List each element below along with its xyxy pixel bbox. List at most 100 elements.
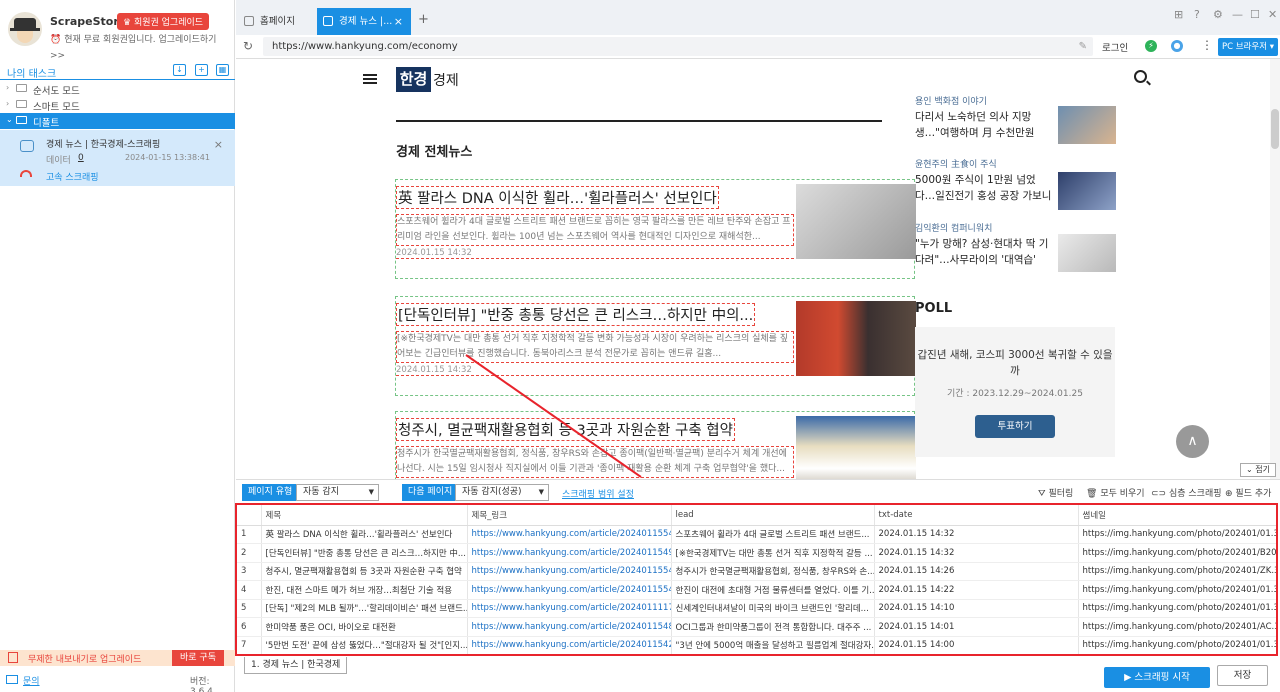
- column-header[interactable]: 제목: [261, 505, 468, 526]
- column-header[interactable]: [237, 505, 262, 526]
- cell-title[interactable]: [단독인터뷰] "반중 총통 당선은 큰 리스크…하지만 中...: [261, 543, 468, 563]
- pc-browser-button[interactable]: PC 브라우저 ▾: [1218, 38, 1278, 56]
- cell-thumbnail[interactable]: https://img.hankyung.com/photo/202401/B2…: [1078, 543, 1276, 563]
- upgrade-badge[interactable]: ♛ 회원권 업그레이드: [117, 13, 210, 30]
- table-row[interactable]: 5 [단독] "제2의 MLB 될까"…'할리데이비슨' 패션 브랜드... h…: [237, 599, 1276, 618]
- scroll-top-button[interactable]: ∧: [1176, 425, 1209, 458]
- cell-link[interactable]: https://www.hankyung.com/article/2024011…: [467, 562, 672, 581]
- trash-icon: 🗑: [1086, 489, 1098, 499]
- tab-home[interactable]: 홈페이지: [238, 8, 314, 35]
- tree-item-smart[interactable]: › 스마트 모드: [0, 97, 235, 113]
- member-status[interactable]: ⏰ 현재 무료 회원권입니다. 업그레이드하기 >>: [50, 32, 230, 64]
- cell-title[interactable]: [단독] "제2의 MLB 될까"…'할리데이비슨' 패션 브랜드...: [261, 599, 468, 618]
- tab-economy-news[interactable]: 경제 뉴스 |... ×: [317, 8, 411, 35]
- table-row[interactable]: 4 한진, 대전 스마트 메가 허브 개장…최첨단 기술 적용 https://…: [237, 580, 1276, 600]
- start-scrape-button[interactable]: ▶ 스크래핑 시작: [1104, 667, 1210, 688]
- reload-icon[interactable]: ↻: [243, 39, 253, 53]
- task-grid-icon[interactable]: ▦: [216, 64, 229, 76]
- cell-title[interactable]: 한진, 대전 스마트 메가 허브 개장…최첨단 기술 적용: [261, 580, 468, 600]
- cell-thumbnail[interactable]: https://img.hankyung.com/photo/202401/01…: [1078, 636, 1276, 654]
- url-input[interactable]: https://www.hankyung.com/economy ✎: [263, 37, 1093, 56]
- cell-lead[interactable]: 스포츠웨어 휠라가 4대 글로벌 스트리트 패션 브랜드...: [671, 525, 875, 544]
- column-header[interactable]: 제목_링크: [467, 505, 672, 526]
- cell-date[interactable]: 2024.01.15 14:00: [874, 636, 1079, 654]
- close-tab-icon[interactable]: ×: [394, 8, 403, 35]
- cell-title[interactable]: 청주시, 멸균팩재활용협회 등 3곳과 자원순환 구축 협약: [261, 562, 468, 581]
- clear-all-button[interactable]: 🗑 모두 비우기: [1086, 486, 1145, 499]
- cell-title[interactable]: '5만번 도전' 끝에 삼성 뚫었다…"절대강자 될 것"[인지...: [261, 636, 468, 654]
- sheet-tab[interactable]: 1. 경제 뉴스 | 한국경제: [244, 657, 348, 674]
- cell-link[interactable]: https://www.hankyung.com/article/2024011…: [467, 636, 672, 654]
- close-window-icon[interactable]: ✕: [1268, 8, 1277, 21]
- cell-thumbnail[interactable]: https://img.hankyung.com/photo/202401/01…: [1078, 525, 1276, 544]
- column-header[interactable]: txt-date: [874, 505, 1079, 526]
- page-type-select[interactable]: 자동 감지 ▼: [296, 484, 379, 501]
- cell-lead[interactable]: [※한국경제TV는 대만 총통 선거 직후 지정학적 갈등 ...: [671, 543, 875, 563]
- feedback-link[interactable]: 문의: [23, 674, 40, 687]
- new-task-icon[interactable]: +: [195, 64, 208, 76]
- tree-item-flowchart[interactable]: › 순서도 모드: [0, 81, 235, 97]
- add-field-button[interactable]: ⊕ 필드 추가: [1225, 486, 1271, 499]
- cell-lead[interactable]: 신세계인터내셔날이 미국의 바이크 브랜드인 '할리데...: [671, 599, 875, 618]
- table-row[interactable]: 6 한미약품 품은 OCI, 바이오로 대전환 https://www.hank…: [237, 617, 1276, 637]
- cell-date[interactable]: 2024.01.15 14:32: [874, 525, 1079, 544]
- cell-link[interactable]: https://www.hankyung.com/article/2024011…: [467, 599, 672, 618]
- maximize-icon[interactable]: ☐: [1250, 8, 1260, 21]
- task-card[interactable]: 경제 뉴스 | 한국경제-스크래핑 데이터 0 2024-01-15 13:38…: [0, 130, 235, 186]
- more-menu-icon[interactable]: ⋮: [1201, 38, 1213, 52]
- subscribe-button[interactable]: 바로 구독: [172, 650, 224, 666]
- member-text: 현재 무료 회원권입니다. 업그레이드하기: [64, 35, 217, 45]
- cell-date[interactable]: 2024.01.15 14:26: [874, 562, 1079, 581]
- scrollbar[interactable]: [1270, 59, 1280, 479]
- login-link[interactable]: 로그인: [1102, 40, 1128, 54]
- import-icon[interactable]: ↓: [173, 64, 186, 76]
- table-row[interactable]: 3 청주시, 멸균팩재활용협회 등 3곳과 자원순환 구축 협약 https:/…: [237, 562, 1276, 581]
- table-row[interactable]: 1 英 팔라스 DNA 이식한 휠라…'휠라플러스' 선보인다 https://…: [237, 525, 1276, 544]
- deep-scrape-button[interactable]: ⊂⊃ 심층 스크래핑: [1151, 486, 1222, 499]
- collapse-button[interactable]: ⌄ 접기: [1240, 463, 1276, 477]
- table-row[interactable]: 2 [단독인터뷰] "반중 총통 당선은 큰 리스크…하지만 中... http…: [237, 543, 1276, 563]
- tasks-title: 나의 태스크: [7, 69, 57, 80]
- cell-title[interactable]: 英 팔라스 DNA 이식한 휠라…'휠라플러스' 선보인다: [261, 525, 468, 544]
- save-button[interactable]: 저장: [1217, 665, 1268, 686]
- edit-icon[interactable]: ✎: [1079, 37, 1087, 56]
- cell-lead[interactable]: "3년 안에 5000억 매출을 달성하고 필름업계 절대강자...: [671, 636, 875, 654]
- table-row[interactable]: 7 '5만번 도전' 끝에 삼성 뚫었다…"절대강자 될 것"[인지... ht…: [237, 636, 1276, 654]
- cell-date[interactable]: 2024.01.15 14:10: [874, 599, 1079, 618]
- cell-thumbnail[interactable]: https://img.hankyung.com/photo/202401/01…: [1078, 599, 1276, 618]
- cell-link[interactable]: https://www.hankyung.com/article/2024011…: [467, 580, 672, 600]
- cell-title[interactable]: 한미약품 품은 OCI, 바이오로 대전환: [261, 617, 468, 637]
- data-count[interactable]: 0: [78, 153, 84, 163]
- extension-green-icon[interactable]: ⚡: [1145, 40, 1157, 52]
- cell-link[interactable]: https://www.hankyung.com/article/2024011…: [467, 617, 672, 637]
- gear-icon[interactable]: ⚙: [1213, 8, 1223, 21]
- cell-thumbnail[interactable]: https://img.hankyung.com/photo/202401/AC…: [1078, 617, 1276, 637]
- cell-lead[interactable]: 청주시가 한국멸균팩재활용협회, 정식품, 창우RS와 손...: [671, 562, 875, 581]
- help-icon[interactable]: ?: [1194, 8, 1200, 21]
- extension-blue-icon[interactable]: ●: [1171, 40, 1183, 52]
- tree-item-default[interactable]: ⌄ 디폴트: [0, 113, 235, 129]
- row-index: 3: [237, 562, 262, 581]
- data-label: 데이터: [46, 156, 71, 166]
- avatar[interactable]: [8, 12, 42, 46]
- cell-date[interactable]: 2024.01.15 14:01: [874, 617, 1079, 637]
- scrape-range-link[interactable]: 스크래핑 범위 설정: [562, 487, 634, 500]
- cell-date[interactable]: 2024.01.15 14:22: [874, 580, 1079, 600]
- cell-lead[interactable]: 한진이 대전에 초대형 거점 물류센터를 열었다. 이를 기...: [671, 580, 875, 600]
- gift-icon[interactable]: ⊞: [1174, 8, 1183, 21]
- filter-button[interactable]: ⛛ 필터링: [1038, 486, 1073, 499]
- member-more[interactable]: >>: [50, 51, 65, 61]
- cell-thumbnail[interactable]: https://img.hankyung.com/photo/202401/ZK…: [1078, 562, 1276, 581]
- column-header[interactable]: lead: [671, 505, 875, 526]
- minimize-icon[interactable]: —: [1232, 8, 1243, 21]
- cell-thumbnail[interactable]: https://img.hankyung.com/photo/202401/01…: [1078, 580, 1276, 600]
- cell-link[interactable]: https://www.hankyung.com/article/2024011…: [467, 543, 672, 563]
- page-icon: [323, 16, 333, 26]
- cell-link[interactable]: https://www.hankyung.com/article/2024011…: [467, 525, 672, 544]
- cell-lead[interactable]: OCI그룹과 한미약품그룹이 전격 통합합니다. 대주주 ...: [671, 617, 875, 637]
- cell-date[interactable]: 2024.01.15 14:32: [874, 543, 1079, 563]
- column-header[interactable]: 썸네일: [1078, 505, 1276, 526]
- new-tab-icon[interactable]: +: [418, 12, 429, 27]
- next-page-select[interactable]: 자동 감지(성공) ▼: [455, 484, 549, 501]
- close-icon[interactable]: ×: [214, 138, 223, 151]
